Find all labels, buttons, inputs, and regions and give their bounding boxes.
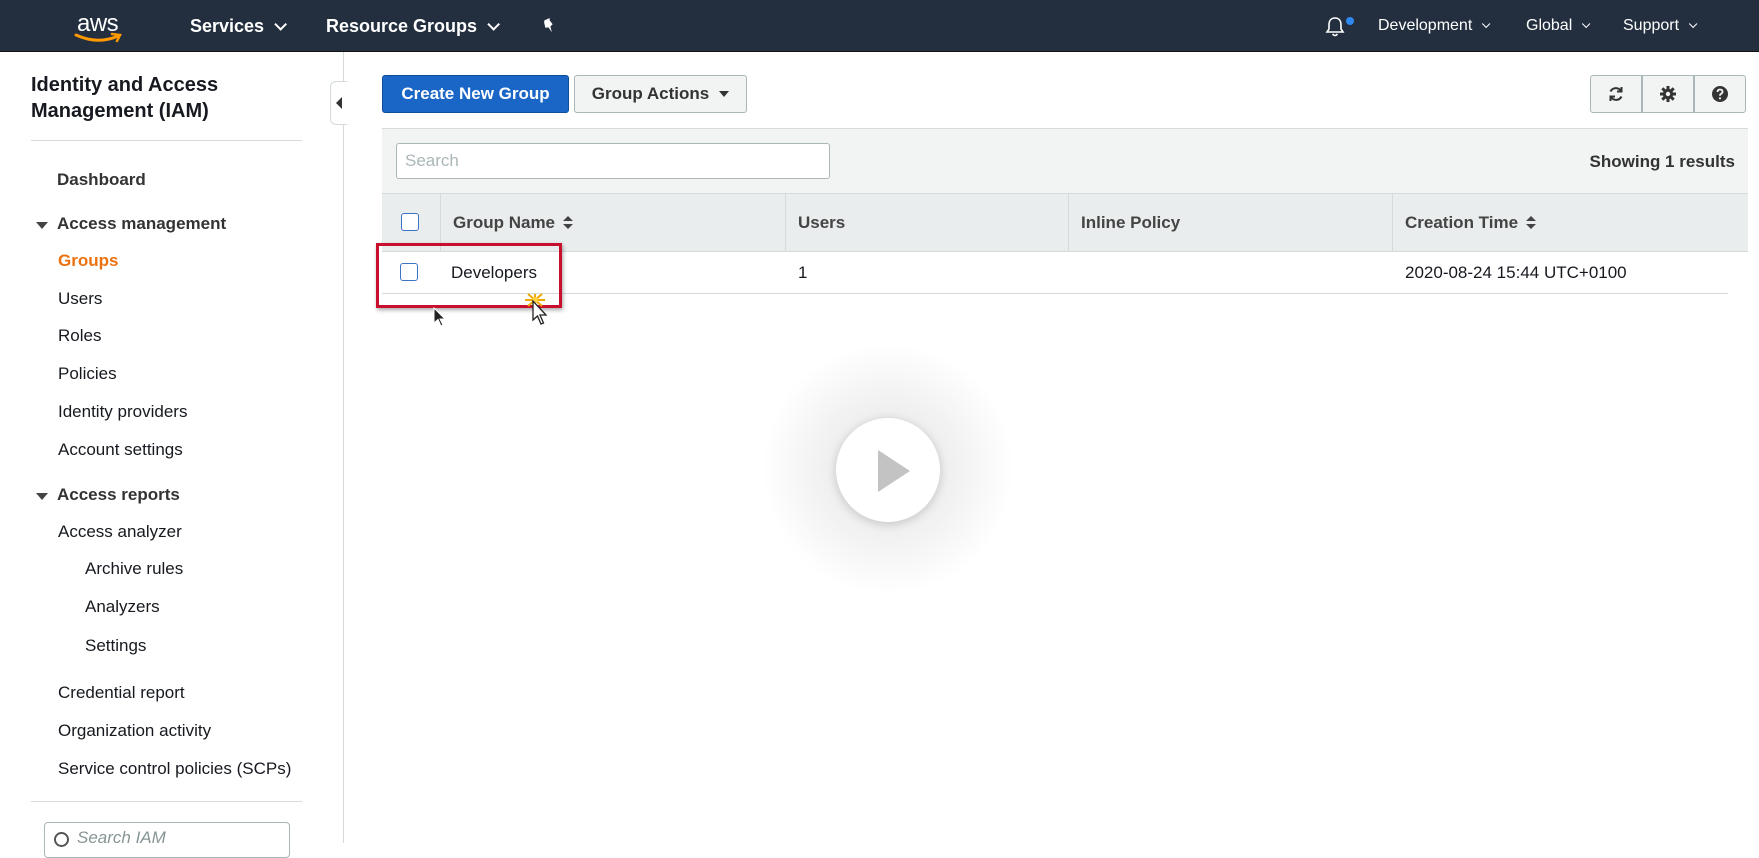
search-icon [54, 832, 69, 847]
column-divider [785, 194, 786, 251]
refresh-icon [1609, 87, 1623, 101]
sidebar-item-organization-activity[interactable]: Organization activity [58, 721, 211, 741]
sidebar-item-settings[interactable]: Settings [85, 636, 146, 656]
sidebar-item-scps[interactable]: Service control policies (SCPs) [58, 759, 291, 779]
play-icon [878, 450, 910, 492]
aws-logo[interactable]: aws [74, 8, 128, 44]
sidebar-search-placeholder: Search IAM [77, 828, 166, 847]
collapse-sidebar-button[interactable] [330, 81, 347, 125]
click-cursor-icon [525, 293, 548, 325]
account-menu[interactable]: Development [1378, 0, 1491, 52]
sidebar-divider [31, 140, 302, 141]
sidebar-section-access-reports[interactable]: Access reports [57, 485, 180, 505]
results-count: Showing 1 results [1589, 152, 1735, 171]
help-icon [1712, 86, 1728, 102]
chevron-down-icon [1688, 19, 1698, 29]
caret-down-icon [36, 222, 48, 229]
column-header-creation-time[interactable]: Creation Time [1405, 194, 1537, 251]
table-row[interactable]: Developers 1 2020-08-24 15:44 UTC+0100 [382, 252, 1728, 294]
caret-down-icon [719, 91, 730, 97]
services-label: Services [190, 15, 265, 36]
chevron-down-icon [487, 17, 501, 31]
cell-group-name[interactable]: Developers [451, 252, 537, 294]
chevron-down-icon [274, 17, 288, 31]
sidebar-item-analyzers[interactable]: Analyzers [85, 597, 160, 617]
sidebar-item-archive-rules[interactable]: Archive rules [85, 559, 183, 579]
table-header: Group Name Users Inline Policy Creation … [382, 194, 1748, 252]
pin-button[interactable] [540, 0, 558, 52]
account-label: Development [1378, 17, 1473, 34]
column-header-label: Group Name [453, 212, 556, 232]
chevron-down-icon [1482, 19, 1491, 29]
group-actions-button[interactable]: Group Actions [574, 75, 747, 113]
region-label: Global [1526, 17, 1573, 34]
pin-icon [544, 17, 553, 33]
region-menu[interactable]: Global [1526, 0, 1591, 52]
column-header-group-name[interactable]: Group Name [453, 194, 574, 251]
support-label: Support [1623, 17, 1680, 34]
mouse-pointer-icon [433, 307, 447, 327]
help-button[interactable] [1694, 75, 1746, 113]
caret-left-icon [336, 97, 342, 109]
gear-icon [1660, 86, 1676, 102]
select-all-checkbox[interactable] [401, 213, 419, 231]
sidebar-item-account-settings[interactable]: Account settings [58, 440, 183, 460]
sort-icon [1526, 215, 1537, 230]
refresh-button[interactable] [1590, 75, 1642, 113]
support-menu[interactable]: Support [1623, 0, 1698, 52]
column-header-users: Users [798, 212, 846, 232]
create-new-group-button[interactable]: Create New Group [382, 75, 569, 113]
bell-icon [1325, 17, 1345, 37]
aws-smile-icon [74, 32, 122, 43]
column-divider [1068, 194, 1069, 251]
sidebar: Identity and Access Management (IAM) Das… [0, 52, 344, 843]
notifications-button[interactable] [1324, 16, 1346, 43]
sidebar-item-policies[interactable]: Policies [58, 364, 117, 384]
sidebar-title: Identity and Access Management (IAM) [31, 74, 219, 122]
services-menu[interactable]: Services [190, 0, 288, 52]
cell-creation-time: 2020-08-24 15:44 UTC+0100 [1405, 263, 1627, 282]
sidebar-section-access-management[interactable]: Access management [57, 214, 226, 234]
column-header-label: Creation Time [1405, 212, 1519, 232]
cell-users: 1 [798, 263, 808, 282]
sidebar-item-identity-providers[interactable]: Identity providers [58, 402, 187, 422]
caret-down-icon [36, 493, 48, 500]
sidebar-item-credential-report[interactable]: Credential report [58, 683, 185, 703]
sort-icon [563, 215, 574, 230]
resource-groups-label: Resource Groups [326, 15, 478, 36]
sidebar-item-roles[interactable]: Roles [58, 326, 101, 346]
video-play-button[interactable] [836, 418, 940, 522]
sidebar-item-access-analyzer[interactable]: Access analyzer [58, 522, 182, 542]
column-divider [440, 194, 441, 251]
column-header-inline-policy: Inline Policy [1081, 212, 1181, 232]
settings-button[interactable] [1642, 75, 1694, 113]
sidebar-item-dashboard[interactable]: Dashboard [57, 170, 146, 190]
group-search-input[interactable] [396, 143, 830, 179]
sidebar-divider [31, 801, 302, 802]
sidebar-item-users[interactable]: Users [58, 289, 102, 309]
chevron-down-icon [1582, 19, 1591, 29]
top-navigation-bar: aws Services Resource Groups Development… [0, 0, 1759, 52]
column-divider [1392, 194, 1393, 251]
row-checkbox[interactable] [400, 263, 418, 281]
sidebar-search-input[interactable]: Search IAM [44, 822, 290, 858]
sidebar-item-groups[interactable]: Groups [58, 251, 118, 271]
group-actions-label: Group Actions [591, 84, 710, 103]
notification-badge [1346, 17, 1354, 25]
resource-groups-menu[interactable]: Resource Groups [326, 0, 501, 52]
